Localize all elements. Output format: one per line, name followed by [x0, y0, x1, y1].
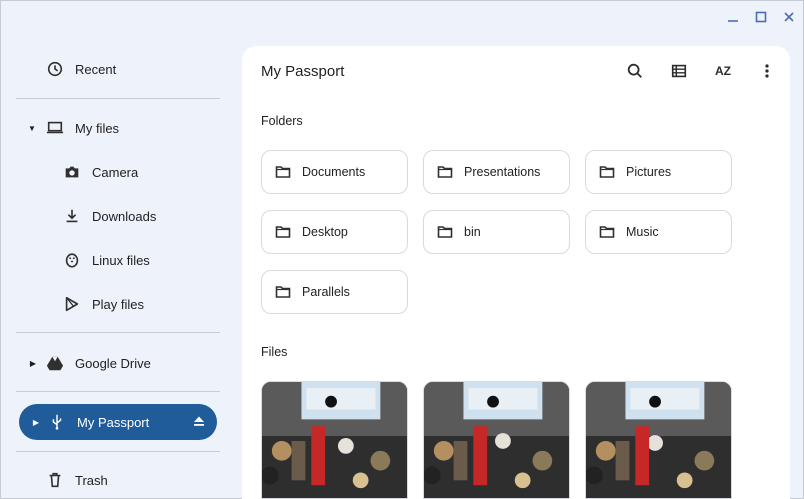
folder-name: Desktop: [302, 225, 348, 239]
divider: [16, 98, 220, 99]
divider: [16, 451, 220, 452]
sidebar-item-trash[interactable]: Trash: [19, 462, 217, 498]
trash-icon: [45, 470, 65, 490]
maximize-button[interactable]: [752, 8, 770, 26]
sidebar-item-label: Play files: [92, 296, 145, 312]
laptop-icon: [45, 118, 65, 138]
folder-name: Parallels: [302, 285, 350, 299]
folders-section-label: Folders: [261, 114, 303, 128]
sidebar-item-label: Camera: [92, 164, 139, 180]
sidebar-item-label: Downloads: [92, 208, 157, 224]
file-thumbnail[interactable]: [423, 381, 570, 499]
expand-caret-icon[interactable]: ▶: [28, 359, 38, 368]
list-view-button[interactable]: [668, 60, 690, 82]
file-thumbnail[interactable]: [585, 381, 732, 499]
penguin-icon: [62, 250, 82, 270]
folder-name: Presentations: [464, 165, 541, 179]
expand-caret-icon[interactable]: ▼: [27, 124, 37, 133]
window-controls: [724, 8, 798, 26]
sidebar-item-label: Trash: [75, 472, 108, 488]
folder-name: Music: [626, 225, 659, 239]
folder-item[interactable]: bin: [423, 210, 570, 254]
files-section-label: Files: [261, 345, 288, 359]
folder-item[interactable]: Presentations: [423, 150, 570, 194]
sidebar-item-play-files[interactable]: Play files: [19, 286, 217, 322]
sidebar-item-linux-files[interactable]: Linux files: [19, 242, 217, 278]
folder-icon: [598, 163, 616, 181]
sort-button[interactable]: AZ: [712, 60, 734, 82]
more-vert-icon: [765, 64, 769, 78]
clock-icon: [45, 59, 65, 79]
photo-thumbnail-icon: [424, 382, 569, 498]
folder-item[interactable]: Parallels: [261, 270, 408, 314]
close-icon: [784, 12, 794, 22]
folder-icon: [436, 223, 454, 241]
divider: [16, 332, 220, 333]
toolbar: AZ: [624, 60, 778, 82]
camera-icon: [62, 162, 82, 182]
folder-icon: [274, 223, 292, 241]
sidebar-item-downloads[interactable]: Downloads: [19, 198, 217, 234]
sidebar-item-camera[interactable]: Camera: [19, 154, 217, 190]
minimize-button[interactable]: [724, 8, 742, 26]
sidebar-item-google-drive[interactable]: ▶ Google Drive: [19, 345, 217, 381]
maximize-icon: [755, 11, 767, 23]
folder-item[interactable]: Music: [585, 210, 732, 254]
folder-name: Documents: [302, 165, 366, 179]
sidebar-item-my-passport[interactable]: ▶ My Passport: [19, 404, 217, 440]
search-icon: [627, 63, 642, 78]
minimize-icon: [728, 20, 738, 22]
folder-item[interactable]: Documents: [261, 150, 408, 194]
sidebar: Recent ▼ My files Camera Downloads Linux…: [0, 30, 240, 499]
download-icon: [62, 206, 82, 226]
sidebar-item-label: Google Drive: [75, 355, 151, 371]
sort-az-icon: AZ: [715, 64, 731, 78]
page-title: My Passport: [261, 63, 345, 80]
folder-icon: [436, 163, 454, 181]
folder-name: Pictures: [626, 165, 672, 179]
sidebar-item-label: Linux files: [92, 252, 150, 268]
sidebar-item-label: My files: [75, 120, 120, 136]
play-store-icon: [62, 294, 82, 314]
sidebar-item-label: My Passport: [77, 414, 150, 430]
search-button[interactable]: [624, 60, 646, 82]
folder-item[interactable]: Pictures: [585, 150, 732, 194]
eject-icon[interactable]: [193, 415, 205, 427]
sidebar-item-my-files[interactable]: ▼ My files: [19, 110, 217, 146]
file-thumbnail[interactable]: [261, 381, 408, 499]
folder-item[interactable]: Desktop: [261, 210, 408, 254]
sidebar-item-recent[interactable]: Recent: [19, 51, 217, 87]
sidebar-item-label: Recent: [75, 61, 117, 77]
close-button[interactable]: [780, 8, 798, 26]
main-panel: My Passport AZ Folders Documents Present…: [242, 46, 790, 499]
folder-icon: [274, 283, 292, 301]
photo-thumbnail-icon: [262, 382, 407, 498]
photo-thumbnail-icon: [586, 382, 731, 498]
google-drive-icon: [45, 353, 65, 373]
usb-icon: [47, 412, 67, 432]
divider: [16, 391, 220, 392]
expand-caret-icon[interactable]: ▶: [31, 418, 41, 427]
list-view-icon: [671, 64, 687, 78]
more-options-button[interactable]: [756, 60, 778, 82]
folder-icon: [598, 223, 616, 241]
folder-icon: [274, 163, 292, 181]
folder-name: bin: [464, 225, 481, 239]
